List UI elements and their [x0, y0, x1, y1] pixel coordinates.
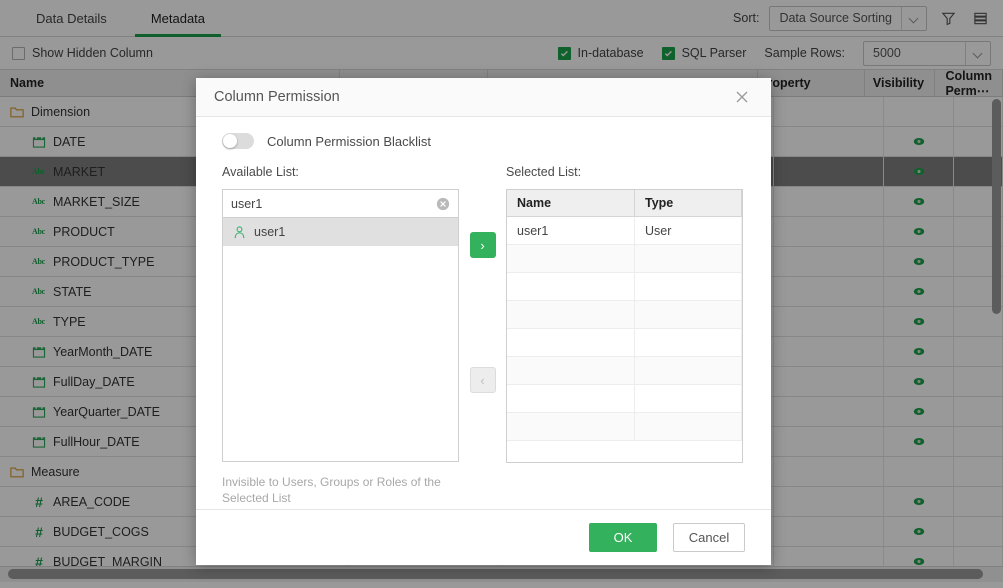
table-row[interactable]: user1 User: [507, 217, 742, 245]
table-row-empty: [507, 245, 742, 273]
table-row-empty: [507, 273, 742, 301]
blacklist-toggle-row: Column Permission Blacklist: [222, 133, 745, 149]
list-item-label: user1: [254, 225, 286, 239]
selected-header-name[interactable]: Name: [507, 190, 635, 216]
selected-cell-type: [635, 329, 742, 356]
blacklist-toggle-label: Column Permission Blacklist: [267, 133, 431, 149]
selected-cell-name: [507, 357, 635, 384]
selected-list-table: Name Type user1 User: [506, 189, 743, 463]
selected-cell-name: [507, 413, 635, 440]
column-permission-blacklist-toggle[interactable]: [222, 133, 254, 149]
selected-cell-name: [507, 273, 635, 300]
selected-cell-type: User: [635, 217, 742, 244]
selected-cell-type: [635, 245, 742, 272]
permission-hint-text: Invisible to Users, Groups or Roles of t…: [222, 475, 441, 505]
table-row-empty: [507, 357, 742, 385]
dialog-body: Column Permission Blacklist Available Li…: [196, 117, 771, 509]
dialog-footer: OK Cancel: [196, 509, 771, 565]
selected-cell-type: [635, 301, 742, 328]
selected-list-panel: Selected List: Name Type user1 User: [506, 165, 743, 463]
available-search-wrapper: [222, 189, 459, 217]
selected-cell-type: [635, 273, 742, 300]
selected-cell-name: user1: [507, 217, 635, 244]
table-row-empty: [507, 413, 742, 441]
user-icon: [234, 225, 245, 238]
clear-icon[interactable]: [436, 197, 450, 211]
selected-cell-type: [635, 357, 742, 384]
transfer-columns: Available List: user1 user1 › ‹ Selected…: [222, 165, 745, 463]
available-search-input[interactable]: [231, 196, 436, 211]
available-list[interactable]: user1: [222, 217, 459, 462]
app-root: Data Details Metadata Sort: Data Source …: [0, 0, 1003, 588]
table-row-empty: [507, 385, 742, 413]
move-left-button[interactable]: ‹: [469, 367, 496, 393]
dialog-header: Column Permission: [196, 78, 771, 117]
selected-cell-type: [635, 385, 742, 412]
move-left-label: ‹: [480, 372, 485, 388]
table-row-empty: [507, 301, 742, 329]
available-list-panel: Available List: user1: [222, 165, 459, 463]
selected-table-body: user1 User: [507, 217, 742, 441]
selected-header-type-label: Type: [645, 196, 674, 210]
selected-table-header: Name Type: [507, 190, 742, 217]
ok-button[interactable]: OK: [589, 523, 657, 552]
list-item[interactable]: user1: [223, 218, 458, 246]
selected-cell-name: [507, 301, 635, 328]
selected-cell-name: [507, 329, 635, 356]
cancel-button[interactable]: Cancel: [673, 523, 745, 552]
table-row-empty: [507, 329, 742, 357]
selected-list-label: Selected List:: [506, 165, 582, 179]
transfer-buttons: › ‹: [459, 165, 506, 463]
dialog-title: Column Permission: [214, 89, 340, 105]
move-right-button[interactable]: ›: [469, 232, 496, 258]
selected-cell-name: [507, 385, 635, 412]
move-right-label: ›: [480, 237, 485, 253]
selected-header-type[interactable]: Type: [635, 190, 742, 216]
available-list-label: Available List:: [222, 165, 299, 179]
selected-cell-type: [635, 413, 742, 440]
close-icon[interactable]: [731, 86, 753, 108]
column-permission-dialog: Column Permission Column Permission Blac…: [196, 78, 771, 565]
selected-cell-name: [507, 245, 635, 272]
selected-header-name-label: Name: [517, 196, 552, 210]
